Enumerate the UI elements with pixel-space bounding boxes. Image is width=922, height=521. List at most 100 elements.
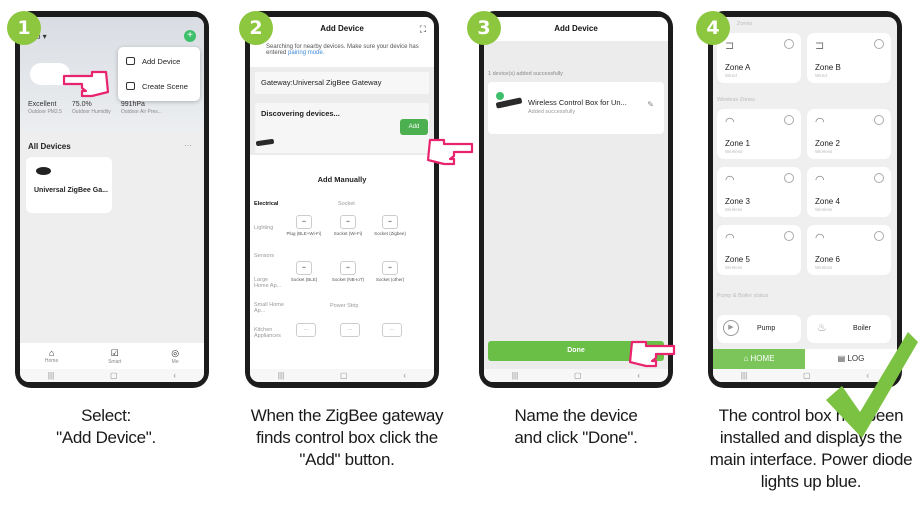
category-sensors[interactable]: Sensors (254, 253, 274, 259)
step-2: Add Device ⛶ Searching for nearby device… (232, 0, 474, 521)
zone-5-sub: Wireless (725, 265, 743, 270)
edit-icon[interactable]: ✎ (647, 100, 654, 109)
zone-4-card[interactable]: ◠ Zone 4 Wireless (807, 167, 891, 217)
strip-3-icon[interactable]: ∙∙∙ (382, 323, 402, 337)
tab-home[interactable]: ⌂ Home (45, 348, 58, 364)
caption-2-line-2: finds control box click the (256, 428, 438, 447)
caption-1-line-1: Select: (81, 406, 131, 425)
home-icon: ⌂ (48, 348, 55, 358)
zone-1-sub: Wireless (725, 149, 743, 154)
power-icon[interactable] (874, 231, 884, 241)
back-icon[interactable]: ‹ (173, 371, 176, 380)
category-lighting[interactable]: Lighting (254, 225, 273, 231)
zone-2-card[interactable]: ◠ Zone 2 Wireless (807, 109, 891, 159)
power-icon[interactable] (784, 39, 794, 49)
tab-home[interactable]: ⌂ HOME (713, 349, 805, 369)
power-icon[interactable] (874, 39, 884, 49)
added-status: Added successfully (528, 109, 576, 115)
tab-me[interactable]: ◎ Me (171, 348, 179, 365)
strip-2-icon[interactable]: ∙∙∙ (340, 323, 360, 337)
plug-icon[interactable]: ▪▪ (296, 215, 312, 229)
zone-a-sub: Wired (725, 73, 737, 78)
smart-icon: ☑ (110, 347, 119, 358)
menu-add-device-label: Add Device (142, 56, 181, 66)
recent-icon[interactable]: ||| (512, 371, 518, 380)
device-card-gateway[interactable]: Universal ZigBee Ga... (26, 157, 112, 213)
recent-icon[interactable]: ||| (48, 371, 54, 380)
zones-label: Zones (737, 21, 753, 27)
pairing-mode-link[interactable]: pairing mode. (288, 50, 324, 56)
menu-item-add-device[interactable]: Add Device (118, 50, 200, 72)
scene-icon (126, 82, 135, 90)
home-nav-icon[interactable]: ▢ (340, 371, 348, 380)
device-category-grid: Electrical Socket Lighting Sensors Large… (250, 187, 434, 369)
power-icon[interactable] (784, 231, 794, 241)
menu-item-create-scene[interactable]: Create Scene (118, 75, 200, 97)
zone-3-card[interactable]: ◠ Zone 3 Wireless (717, 167, 801, 217)
caption-4-line-4: lights up blue. (760, 472, 862, 491)
zone-6-name: Zone 6 (815, 255, 840, 264)
zone-3-sub: Wireless (725, 207, 743, 212)
socket-other-icon[interactable]: ▪▪ (382, 261, 398, 275)
home-nav-icon[interactable]: ▢ (803, 371, 811, 380)
add-device-header: Add Device ⛶ (250, 17, 434, 41)
caption-step-2: When the ZigBee gateway finds control bo… (232, 405, 462, 471)
pointing-hand-icon (628, 340, 676, 368)
socket-nbiot-icon[interactable]: ▪▪ (340, 261, 356, 275)
zone-6-sub: Wireless (815, 265, 833, 270)
add-menu: Add Device Create Scene (118, 47, 200, 101)
pointing-hand-icon (426, 138, 474, 166)
pm25-label: Outdoor PM2.5 (28, 109, 62, 115)
category-large-home[interactable]: Large Home Ap... (254, 277, 284, 289)
back-icon[interactable]: ‹ (403, 371, 406, 380)
zone-a-card[interactable]: ⊐ Zone A Wired (717, 33, 801, 83)
zone-5-card[interactable]: ◠ Zone 5 Wireless (717, 225, 801, 275)
home-nav-icon[interactable]: ▢ (574, 371, 582, 380)
pump-card[interactable]: ▶ Pump (717, 315, 801, 343)
added-header: Add Device (484, 17, 668, 41)
tab-smart[interactable]: ☑ Smart (108, 348, 121, 365)
socket-zigbee-icon[interactable]: ▪▪ (382, 215, 398, 229)
zone-6-card[interactable]: ◠ Zone 6 Wireless (807, 225, 891, 275)
step-badge-1: 1 (7, 11, 41, 45)
socket-wifi-label: Socket (Wi-Fi) (333, 231, 363, 236)
android-nav: ||| ▢ ‹ (20, 369, 204, 382)
pressure-label: Outdoor Air Pres... (120, 109, 162, 115)
scan-icon[interactable]: ⛶ (420, 17, 426, 41)
power-icon[interactable] (874, 115, 884, 125)
caption-step-3: Name the device and click "Done". (470, 405, 682, 449)
screen-home: ligo ▾ + Add Device Create Scene Excelle… (20, 17, 204, 382)
zone-4-sub: Wireless (815, 207, 833, 212)
add-plus-button[interactable]: + (184, 30, 196, 42)
power-icon[interactable] (874, 173, 884, 183)
category-electrical[interactable]: Electrical (254, 201, 278, 207)
power-icon[interactable] (784, 115, 794, 125)
recent-icon[interactable]: ||| (741, 371, 747, 380)
socket-ble-icon[interactable]: ▪▪ (296, 261, 312, 275)
strip-1-icon[interactable]: ∙∙∙ (296, 323, 316, 337)
caption-4-line-3: main interface. Power diode (709, 450, 913, 469)
power-icon[interactable] (784, 173, 794, 183)
step-badge-3: 3 (467, 11, 501, 45)
socket-other-label: Socket (other) (375, 277, 405, 282)
category-small-home[interactable]: Small Home Ap... (254, 302, 284, 314)
category-kitchen[interactable]: Kitchen Appliances (254, 327, 284, 339)
socket-header: Socket (338, 201, 355, 207)
wired-icon: ⊐ (815, 40, 825, 52)
recent-icon[interactable]: ||| (278, 371, 284, 380)
success-check-icon (826, 332, 918, 438)
zone-1-card[interactable]: ◠ Zone 1 Wireless (717, 109, 801, 159)
menu-create-scene-label: Create Scene (142, 81, 188, 91)
play-icon: ▶ (723, 320, 739, 336)
search-info: Searching for nearby devices. Make sure … (250, 41, 434, 67)
tab-home-label: HOME (750, 354, 775, 363)
socket-ble-label: Socket (BLE) (290, 277, 318, 282)
pointing-hand-icon (62, 70, 110, 98)
gateway-row[interactable]: Gateway:Universal ZigBee Gateway (255, 72, 429, 94)
home-nav-icon[interactable]: ▢ (110, 371, 118, 380)
added-device-card[interactable]: Wireless Control Box for Un... Added suc… (488, 82, 664, 134)
more-icon[interactable]: ··· (184, 141, 192, 150)
zone-b-card[interactable]: ⊐ Zone B Wired (807, 33, 891, 83)
wifi-icon: ◠ (725, 174, 735, 186)
socket-wifi-icon[interactable]: ▪▪ (340, 215, 356, 229)
